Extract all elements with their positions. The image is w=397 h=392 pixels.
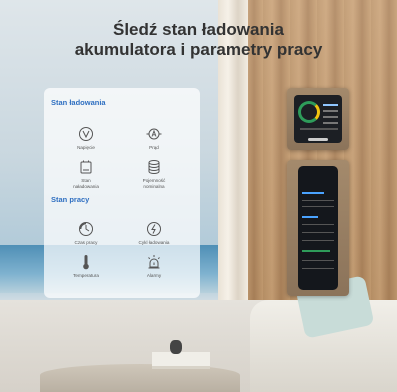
nominal-capacity-label: Pojemność nominalna <box>122 178 186 189</box>
feature-work-time: Czas pracy <box>54 221 118 246</box>
alarm-icon <box>148 255 160 269</box>
page-title: Śledź stan ładowania akumulatora i param… <box>0 20 397 60</box>
charge-cycle-label: Cykl ładowania <box>138 240 170 245</box>
work-time-icon <box>79 222 93 236</box>
feature-temperature: Temperatura <box>54 254 118 279</box>
feature-current: Prąd <box>122 126 186 151</box>
thermometer-icon <box>83 255 89 270</box>
capacity-icon <box>148 160 160 174</box>
state-of-charge-label: Stan naładowania <box>54 178 118 189</box>
charge-gauge <box>298 101 320 123</box>
features-panel: Stan ładowania Napięcie Prąd Stan nałado… <box>44 88 200 298</box>
feature-state-of-charge: Stan naładowania <box>54 159 118 189</box>
phone-screen <box>298 166 338 290</box>
state-of-charge-label-line-2: naładowania <box>73 183 99 189</box>
current-icon <box>146 128 162 140</box>
charging-section-heading: Stan ładowania <box>51 98 106 107</box>
title-line-1: Śledź stan ładowania <box>113 20 284 39</box>
monitor-button <box>308 138 328 141</box>
work-section-heading: Stan pracy <box>51 195 90 204</box>
feature-voltage: Napięcie <box>54 126 118 151</box>
monitor-screen <box>294 95 342 143</box>
charge-cycle-icon <box>147 222 161 236</box>
nominal-capacity-label-line-2: nominalna <box>143 183 165 189</box>
battery-icon <box>80 160 92 174</box>
current-label: Prąd <box>149 145 159 150</box>
state-of-charge-label-line-1: Stan <box>81 178 91 183</box>
battery-monitor-display <box>287 88 349 150</box>
alarms-label: Alarmy <box>146 273 162 278</box>
feature-alarms: Alarmy <box>122 254 186 279</box>
temperature-label: Temperatura <box>73 273 99 278</box>
smartphone-app-mockup <box>287 160 349 296</box>
feature-charge-cycle: Cykl ładowania <box>122 221 186 246</box>
title-line-2: akumulatora i parametry pracy <box>74 40 323 59</box>
books <box>152 352 210 369</box>
feature-nominal-capacity: Pojemność nominalna <box>122 159 186 189</box>
voltage-icon <box>79 127 93 141</box>
work-time-label: Czas pracy <box>74 240 98 245</box>
vase <box>170 340 182 354</box>
nominal-capacity-label-line-1: Pojemność <box>142 178 166 183</box>
coffee-table <box>40 364 240 392</box>
voltage-label: Napięcie <box>77 145 95 150</box>
